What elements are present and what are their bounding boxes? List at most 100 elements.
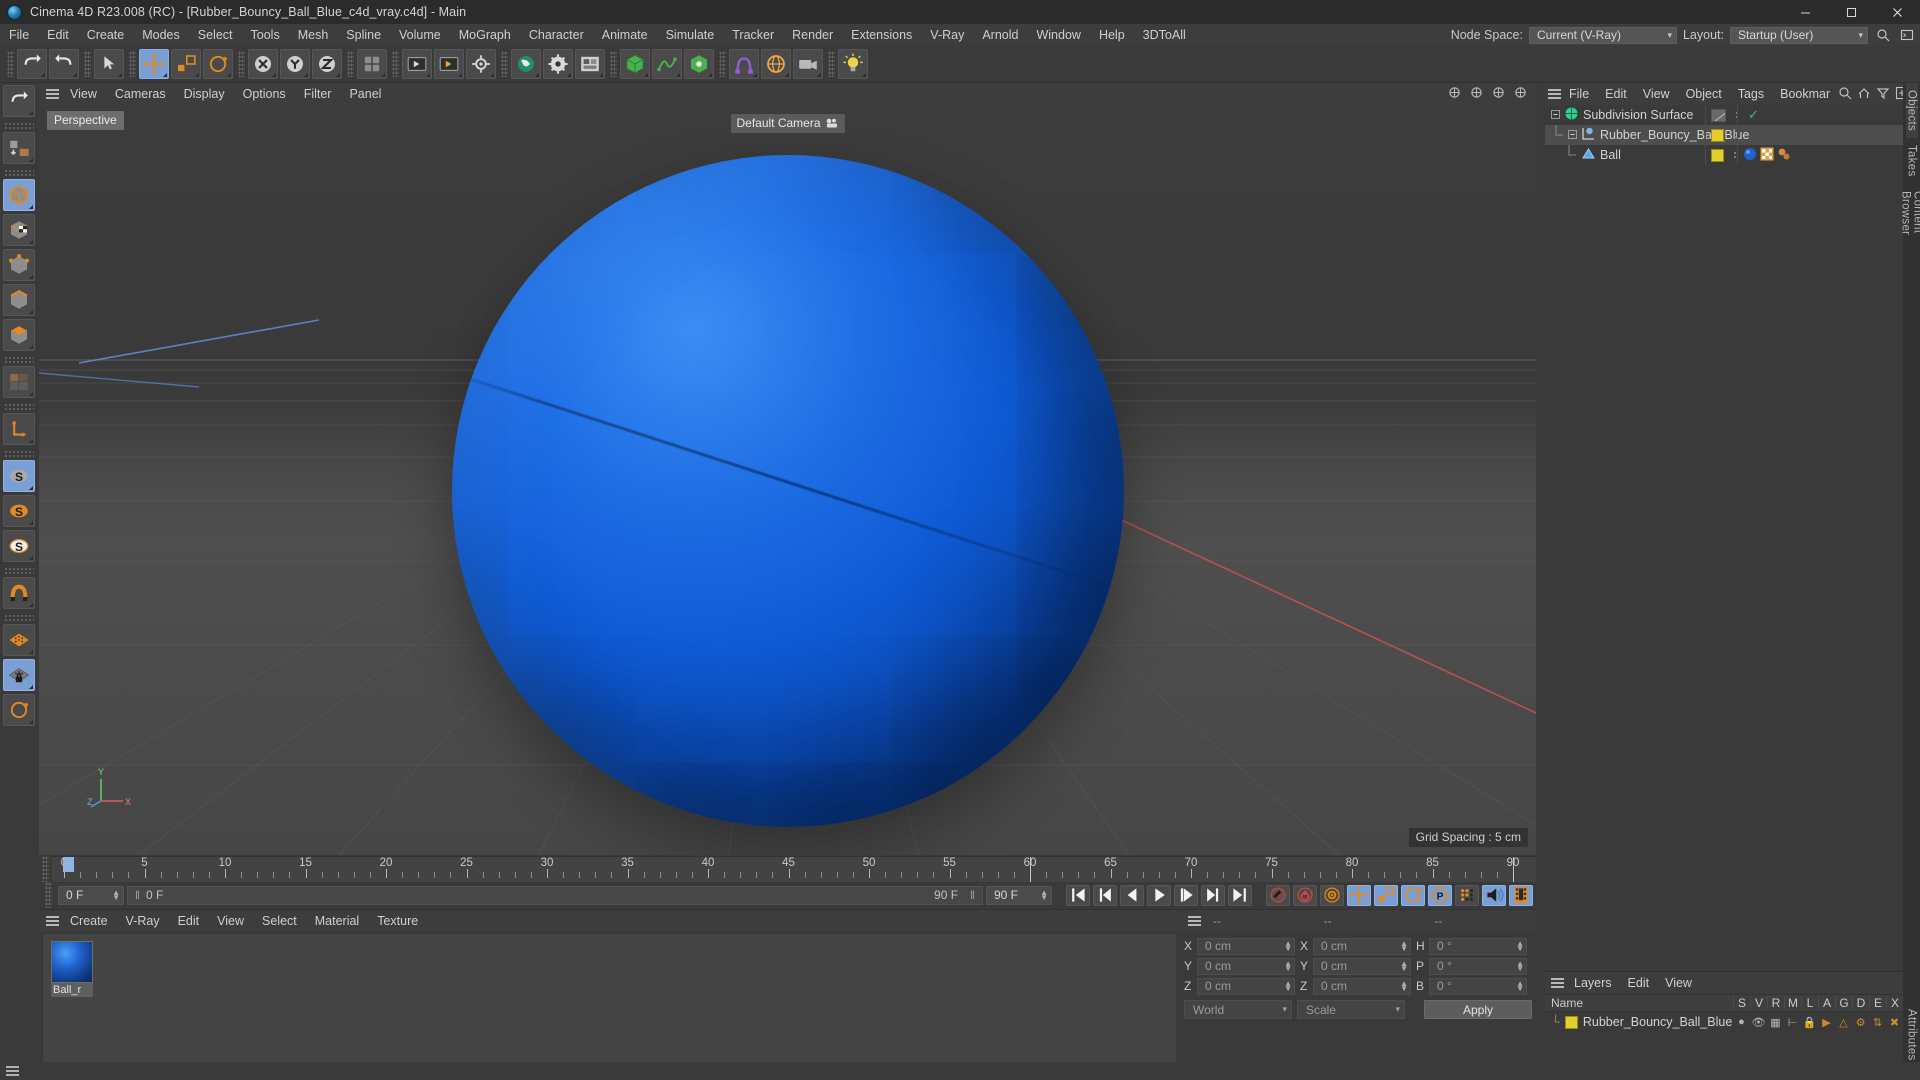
spinner-icon[interactable]: ▲ ▼ <box>1508 980 1524 993</box>
viewport-menu-view[interactable]: View <box>61 83 106 105</box>
menu-item-character[interactable]: Character <box>520 24 593 46</box>
toolbar-redo-button[interactable] <box>49 49 79 79</box>
uvw-tag[interactable] <box>1760 147 1774 164</box>
viewport-menu-filter[interactable]: Filter <box>295 83 341 105</box>
toolbar-vray-frame-buffer-button[interactable] <box>575 49 605 79</box>
menu-item-render[interactable]: Render <box>783 24 842 46</box>
menu-item-v-ray[interactable]: V-Ray <box>921 24 973 46</box>
spinner-icon[interactable]: ▲ ▼ <box>1276 940 1292 953</box>
toolbar-scale-button[interactable] <box>171 49 201 79</box>
record-film-strip-button[interactable] <box>1509 884 1533 906</box>
menu-item-mograph[interactable]: MoGraph <box>450 24 520 46</box>
record-autokeying-button[interactable] <box>1293 884 1317 906</box>
transport-play-button[interactable] <box>1147 884 1171 906</box>
layer-generators-icon[interactable]: △ <box>1835 1016 1852 1029</box>
maximize-button[interactable] <box>1828 0 1874 24</box>
status-bar-hamburger-icon[interactable] <box>6 1070 19 1072</box>
layer-row[interactable]: └ Rubber_Bouncy_Ball_Blue ● 👁 ▦ ⊢ 🔒 ▶ △ ⚙ ⇅ ✖ <box>1545 1012 1903 1032</box>
viewport-3d[interactable]: Perspective Default Camera Y X Z Grid Sp… <box>39 105 1536 855</box>
menu-item-volume[interactable]: Volume <box>390 24 450 46</box>
material-item[interactable]: Ball_r <box>51 941 93 997</box>
left-undo-tool-button[interactable] <box>3 85 35 117</box>
transform-mode-dropdown[interactable]: Scale ▾ <box>1297 1000 1405 1019</box>
object-menu-tags[interactable]: Tags <box>1730 83 1772 105</box>
material-tag[interactable] <box>1743 147 1757 164</box>
left-model-mode-button[interactable] <box>3 179 35 211</box>
layers-menu-layers[interactable]: Layers <box>1566 972 1620 994</box>
layer-deformers-icon[interactable]: ⚙ <box>1852 1016 1869 1029</box>
record-keyframe-selection-button[interactable] <box>1320 884 1344 906</box>
object-menu-bookmar[interactable]: Bookmar <box>1772 83 1838 105</box>
layer-manager-icon[interactable]: ⊢ <box>1784 1016 1801 1029</box>
home-icon[interactable] <box>1857 86 1871 103</box>
menu-item-edit[interactable]: Edit <box>38 24 78 46</box>
left-polygons-mode-button[interactable] <box>3 319 35 351</box>
toolbar-render-view-button[interactable] <box>402 49 432 79</box>
toolbar-world-object-coord-button[interactable] <box>357 49 387 79</box>
position-z-field[interactable]: 0 cm ▲ ▼ <box>1197 977 1295 995</box>
toolbar-generators-button[interactable] <box>684 49 714 79</box>
material-swatch[interactable] <box>51 941 93 983</box>
commander-icon[interactable] <box>1898 26 1916 44</box>
menu-item-window[interactable]: Window <box>1027 24 1089 46</box>
toolbar-render-settings-button[interactable] <box>466 49 496 79</box>
viewport-menu-hamburger-icon[interactable] <box>43 83 61 105</box>
material-menu-hamburger-icon[interactable] <box>43 910 61 932</box>
material-menu-edit[interactable]: Edit <box>169 910 209 932</box>
viewport-menu-options[interactable]: Options <box>234 83 295 105</box>
search-icon[interactable] <box>1838 86 1852 103</box>
menu-item-extensions[interactable]: Extensions <box>842 24 921 46</box>
viewport-menu-panel[interactable]: Panel <box>340 83 390 105</box>
timeline-playhead-handle[interactable] <box>63 857 74 872</box>
visibility-dots-icon[interactable] <box>1730 132 1740 138</box>
left-make-editable-button[interactable] <box>3 132 35 164</box>
toolbar-rotate-button[interactable] <box>203 49 233 79</box>
material-menu-select[interactable]: Select <box>253 910 306 932</box>
toolbar-grip[interactable] <box>610 51 617 77</box>
material-menu-v-ray[interactable]: V-Ray <box>117 910 169 932</box>
menu-item-modes[interactable]: Modes <box>133 24 189 46</box>
record-scale-key-button[interactable] <box>1374 884 1398 906</box>
layer-color-tag[interactable] <box>1711 148 1724 162</box>
toolbar-light-button[interactable] <box>838 49 868 79</box>
menu-item-file[interactable]: File <box>0 24 38 46</box>
menu-item-mesh[interactable]: Mesh <box>289 24 338 46</box>
position-x-field[interactable]: 0 cm ▲ ▼ <box>1197 937 1295 955</box>
toolbar-grip[interactable] <box>719 51 726 77</box>
spinner-icon[interactable]: ▲ ▼ <box>1392 980 1408 993</box>
menu-item-select[interactable]: Select <box>189 24 242 46</box>
transport-previous-key-button[interactable] <box>1093 884 1117 906</box>
timeline-bar-grip[interactable] <box>45 882 52 908</box>
menu-item-arnold[interactable]: Arnold <box>973 24 1027 46</box>
toolbar-add-spline-button[interactable] <box>652 49 682 79</box>
search-icon[interactable] <box>1874 26 1892 44</box>
left-planar-workplane-button[interactable] <box>3 694 35 726</box>
apply-button[interactable]: Apply <box>1424 1000 1532 1019</box>
left-edges-mode-button[interactable] <box>3 284 35 316</box>
layer-lock-icon[interactable]: 🔒 <box>1801 1016 1818 1029</box>
node-space-dropdown[interactable]: Current (V-Ray) ▾ <box>1528 26 1677 44</box>
coordinates-hamburger-icon[interactable] <box>1184 910 1204 932</box>
toolbar-vray-render-button[interactable] <box>511 49 541 79</box>
toolbar-environment-button[interactable] <box>761 49 791 79</box>
spinner-icon[interactable]: ▲ ▼ <box>1276 980 1292 993</box>
record-rotation-key-button[interactable] <box>1401 884 1425 906</box>
layout-dropdown[interactable]: Startup (User) ▾ <box>1730 26 1868 44</box>
left-texture-mode-button[interactable] <box>3 214 35 246</box>
object-tree[interactable]: Subdivision Surface ✓ Rubber_Bouncy_Ball… <box>1545 105 1903 305</box>
viewport-menu-cameras[interactable]: Cameras <box>106 83 175 105</box>
end-frame-field[interactable]: 90 F ▲ ▼ <box>986 885 1052 905</box>
timeline-grip[interactable] <box>42 856 49 882</box>
layer-expressions-icon[interactable]: ⇅ <box>1869 1016 1886 1029</box>
rail-tab-objects[interactable]: Objects <box>1905 83 1918 139</box>
spinner-icon[interactable]: ▲ ▼ <box>1032 889 1048 902</box>
ball-3d-object[interactable] <box>451 155 1124 828</box>
left-points-mode-button[interactable] <box>3 249 35 281</box>
toolbar-grip[interactable] <box>129 51 136 77</box>
object-row[interactable]: Subdivision Surface ✓ <box>1545 105 1903 125</box>
rotation-p-field[interactable]: 0 ° ▲ ▼ <box>1429 957 1527 975</box>
layer-visible-eye[interactable]: 👁 <box>1750 1016 1767 1029</box>
toolbar-move-button[interactable] <box>139 49 169 79</box>
expand-toggle-icon[interactable] <box>1568 128 1577 142</box>
spinner-icon[interactable]: ▲ ▼ <box>1508 940 1524 953</box>
